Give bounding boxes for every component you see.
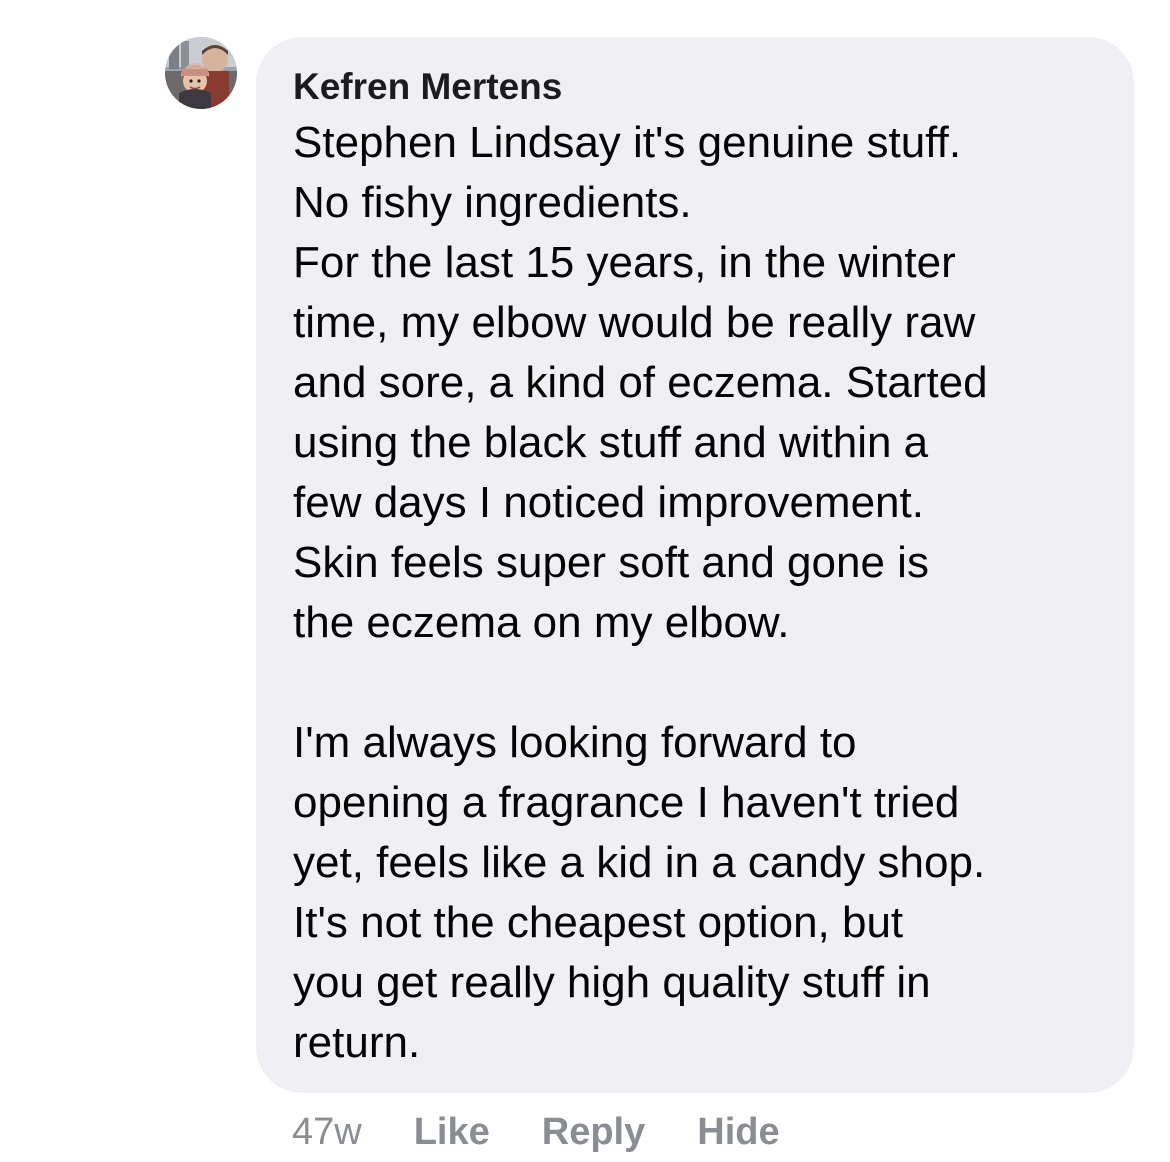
- comment-bubble: Kefren Mertens Stephen Lindsay it's genu…: [256, 37, 1134, 1093]
- comment-line: and sore, a kind of eczema. Started: [293, 358, 988, 407]
- like-button[interactable]: Like: [414, 1111, 490, 1154]
- comment-line: I'm always looking forward to: [293, 718, 857, 767]
- comment-line: No fishy ingredients.: [293, 178, 692, 227]
- comment-actions: 47w Like Reply Hide: [292, 1106, 832, 1158]
- comment-line: few days I noticed improvement.: [293, 478, 924, 527]
- comment-line: opening a fragrance I haven't tried: [293, 778, 960, 827]
- comment-line: time, my elbow would be really raw: [293, 298, 976, 347]
- comment-paragraph-break: [293, 653, 1114, 713]
- reply-button[interactable]: Reply: [542, 1111, 645, 1154]
- comment-line: using the black stuff and within a: [293, 418, 929, 467]
- comment-body: Stephen Lindsay it's genuine stuff. No f…: [293, 113, 1114, 1073]
- comment-line: return.: [293, 1018, 421, 1067]
- comment-line: you get really high quality stuff in: [293, 958, 931, 1007]
- comment-line: Skin feels super soft and gone is: [293, 538, 929, 587]
- avatar[interactable]: [165, 37, 237, 109]
- hide-button[interactable]: Hide: [697, 1111, 779, 1154]
- comment-line: yet, feels like a kid in a candy shop.: [293, 838, 986, 887]
- comment-timestamp[interactable]: 47w: [292, 1111, 362, 1154]
- profile-photo-icon: [165, 37, 237, 109]
- comment-line: For the last 15 years, in the winter: [293, 238, 956, 287]
- comment-line: Stephen Lindsay it's genuine stuff.: [293, 118, 962, 167]
- comment-line: It's not the cheapest option, but: [293, 898, 904, 947]
- comment: Kefren Mertens Stephen Lindsay it's genu…: [0, 0, 1170, 1162]
- comment-line: the eczema on my elbow.: [293, 598, 790, 647]
- comment-author[interactable]: Kefren Mertens: [293, 65, 1114, 109]
